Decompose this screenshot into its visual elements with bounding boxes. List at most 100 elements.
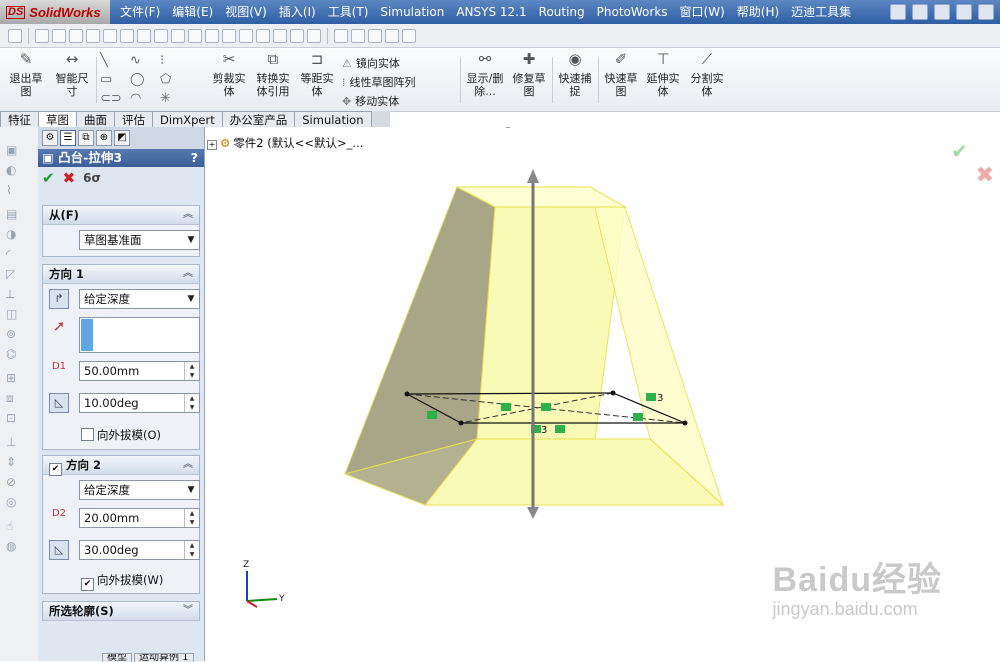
- sketch-point[interactable]: [404, 391, 410, 397]
- tab-evaluate[interactable]: 评估: [114, 111, 153, 128]
- equal-relation-icon[interactable]: [427, 411, 437, 419]
- fillet-feature-icon[interactable]: ◜: [6, 247, 22, 261]
- direction2-draft-input[interactable]: 30.00deg ▲ ▼: [79, 540, 200, 560]
- convert-entities-button[interactable]: ⧉ 转换实体引用: [252, 52, 294, 99]
- ok-check-icon[interactable]: ✔: [42, 169, 55, 187]
- menu-insert[interactable]: 插入(I): [273, 0, 322, 24]
- mirror-entities-button[interactable]: ⚠ 镜向实体: [342, 55, 400, 71]
- sketch-point[interactable]: [682, 420, 688, 426]
- selected-contours-header[interactable]: 所选轮廓(S) ︾: [43, 602, 199, 621]
- line-icon[interactable]: ╲: [100, 53, 130, 72]
- pattern-icon[interactable]: ⊞: [6, 371, 22, 385]
- block-icon[interactable]: [385, 28, 399, 43]
- solidworks-logo[interactable]: DS SolidWorks: [0, 0, 110, 24]
- spinner-icon[interactable]: ▲ ▼: [184, 541, 199, 559]
- repair-sketch-button[interactable]: ✚ 修复草图: [510, 52, 548, 99]
- dropdown-arrow-icon[interactable]: ▼: [183, 481, 199, 499]
- exit-sketch-button[interactable]: ✎ 退出草图: [6, 52, 46, 99]
- tab-simulation[interactable]: Simulation: [294, 111, 372, 128]
- menu-simulation[interactable]: Simulation: [374, 0, 450, 24]
- isolate-icon[interactable]: [368, 28, 382, 43]
- concentric-icon[interactable]: [256, 28, 270, 43]
- checkbox-checked-icon[interactable]: ✔: [81, 578, 94, 591]
- menu-photoworks[interactable]: PhotoWorks: [591, 0, 674, 24]
- zoom-to-fit-icon[interactable]: [503, 127, 513, 128]
- display-manager-tab-icon[interactable]: ◩: [114, 130, 130, 146]
- expand-chevron-icon[interactable]: ︾: [183, 602, 193, 620]
- dome-icon[interactable]: ⊥: [6, 435, 22, 449]
- direction1-draft-outward-checkbox[interactable]: 向外拔模(O): [81, 427, 161, 443]
- sketch-point[interactable]: [610, 390, 616, 396]
- chamfer-icon[interactable]: ◸: [6, 267, 22, 281]
- direction1-depth-input[interactable]: 50.00mm ▲ ▼: [79, 361, 200, 381]
- collapse-chevron-icon[interactable]: ︽: [183, 456, 193, 474]
- spline-icon[interactable]: ∿: [130, 53, 160, 72]
- vertical-relation-icon[interactable]: [501, 403, 511, 411]
- menu-edit[interactable]: 编辑(E): [166, 0, 219, 24]
- print-icon[interactable]: [956, 4, 972, 20]
- extend-entities-button[interactable]: ⊤ 延伸实体: [644, 52, 682, 99]
- sketch-point[interactable]: [458, 420, 464, 426]
- collapse-chevron-icon[interactable]: ︽: [183, 206, 193, 224]
- checkbox-unchecked-icon[interactable]: [81, 428, 94, 441]
- dropdown-arrow-icon[interactable]: ▼: [183, 231, 199, 249]
- spinner-icon[interactable]: ▲ ▼: [184, 509, 199, 527]
- new-document-icon[interactable]: [890, 4, 906, 20]
- direction2-depth-input[interactable]: 20.00mm ▲ ▼: [79, 508, 200, 528]
- draft-toggle2-icon[interactable]: ◺: [49, 540, 69, 560]
- open-document-icon[interactable]: [912, 4, 928, 20]
- freeform-icon[interactable]: ◍: [6, 539, 22, 553]
- menu-file[interactable]: 文件(F): [114, 0, 166, 24]
- vertical-icon[interactable]: [120, 28, 134, 43]
- scale-icon[interactable]: ⇕: [6, 455, 22, 469]
- split-entities-button[interactable]: ⟋ 分割实体: [686, 52, 728, 99]
- collapse-chevron-icon[interactable]: ︽: [183, 265, 193, 283]
- move-entities-button[interactable]: ✥ 移动实体: [342, 93, 399, 109]
- midpoint-icon[interactable]: [86, 28, 100, 43]
- save-icon[interactable]: [934, 4, 950, 20]
- direction1-end-condition-select[interactable]: 给定深度 ▼: [79, 289, 200, 309]
- collinear-icon[interactable]: [137, 28, 151, 43]
- configuration-manager-tab-icon[interactable]: ⧉: [78, 130, 94, 146]
- menu-help[interactable]: 帮助(H): [731, 0, 785, 24]
- dropdown-arrow-icon[interactable]: ▼: [183, 290, 199, 308]
- cancel-x-icon[interactable]: ✖: [63, 169, 76, 187]
- slot-icon[interactable]: ⊂⊃: [100, 91, 130, 110]
- split-feature-icon[interactable]: ⊘: [6, 475, 22, 489]
- display-delete-relations-button[interactable]: ⚯ 显示/删除...: [464, 52, 506, 99]
- menu-tools[interactable]: 工具(T): [322, 0, 375, 24]
- extrude-boss-icon[interactable]: ▣: [6, 143, 22, 157]
- direction1-header[interactable]: 方向 1 ︽: [43, 265, 199, 284]
- fillet-icon[interactable]: ✳: [160, 91, 190, 110]
- point-icon[interactable]: ⁝: [160, 53, 190, 72]
- hole-wizard-icon[interactable]: ⊚: [6, 327, 22, 341]
- move-face-icon[interactable]: ◎: [6, 495, 22, 509]
- extrude-cut-icon[interactable]: ▤: [6, 207, 22, 221]
- midpoint-relation-icon[interactable]: [541, 403, 551, 411]
- menu-routing[interactable]: Routing: [533, 0, 591, 24]
- linear-sketch-pattern-button[interactable]: ⁞ 线性草图阵列: [342, 74, 416, 90]
- check-sketch-icon[interactable]: [334, 28, 348, 43]
- arc-icon[interactable]: ◠: [130, 91, 160, 110]
- draft-toggle1-icon[interactable]: ◺: [49, 393, 69, 413]
- tab-office-products[interactable]: 办公室产品: [221, 111, 296, 128]
- add-relation-icon[interactable]: [35, 28, 49, 43]
- from-condition-select[interactable]: 草图基准面 ▼: [79, 230, 200, 250]
- rectangle-icon[interactable]: ▭: [100, 72, 130, 91]
- dimxpert-manager-tab-icon[interactable]: ⊕: [96, 130, 112, 146]
- smart-dimension-button[interactable]: ↔ 智能尺寸: [52, 52, 92, 99]
- relation-dropdown-icon[interactable]: [307, 28, 321, 43]
- display-relations-icon[interactable]: [52, 28, 66, 43]
- mirror-feature-icon[interactable]: ⧈: [6, 391, 22, 405]
- shell-icon[interactable]: ◫: [6, 307, 22, 321]
- merge-icon[interactable]: [273, 28, 287, 43]
- tab-sketch[interactable]: 草图: [38, 111, 77, 128]
- graphics-area[interactable]: + ⚙ 零件2 (默认<<默认>_... ✔ ✖ 3 3 Z Y Baidu经验…: [205, 127, 1000, 661]
- fix-icon[interactable]: [222, 28, 236, 43]
- spinner-icon[interactable]: ▲ ▼: [184, 394, 199, 412]
- offset-entities-button[interactable]: ⊐ 等距实体: [298, 52, 336, 99]
- equal-icon[interactable]: [188, 28, 202, 43]
- tab-dimxpert[interactable]: DimXpert: [152, 111, 223, 128]
- help-button[interactable]: ?: [191, 149, 198, 167]
- menu-view[interactable]: 视图(V): [219, 0, 273, 24]
